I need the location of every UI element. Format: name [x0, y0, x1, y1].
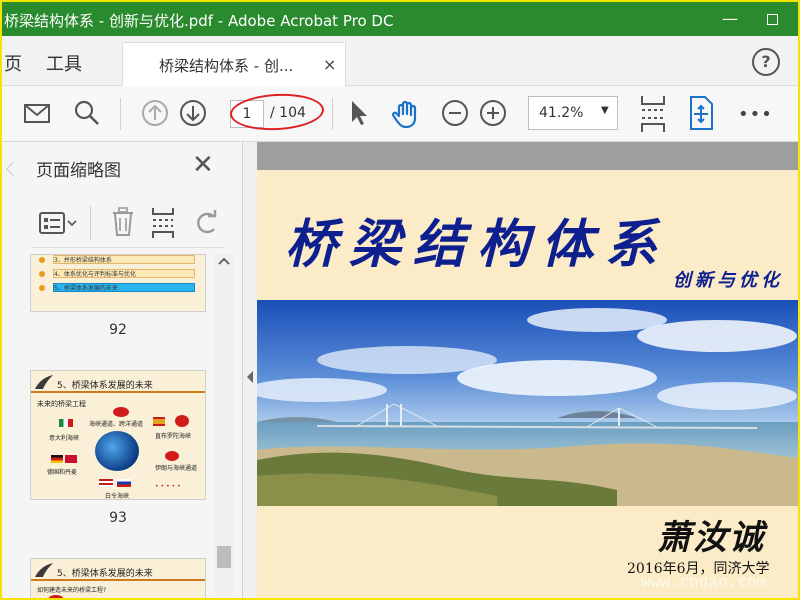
title-bar: 桥梁结构体系 - 创新与优化.pdf - Adobe Acrobat Pro D… [2, 2, 798, 36]
bullet-icon [39, 285, 45, 291]
flag-icon [165, 451, 179, 461]
hand-tool-icon[interactable] [390, 98, 422, 130]
panel-close-button[interactable]: ✕ [192, 150, 214, 180]
document-viewer[interactable]: 桥梁结构体系 创新与优化 萧汝诚 2016年6月，同济大学 www.cndao.… [257, 142, 798, 598]
rotate-view-icon[interactable] [686, 94, 716, 132]
zoom-select[interactable]: 41.2% ▼ [528, 96, 618, 130]
thumbnail-scrollbar[interactable] [215, 254, 233, 598]
flag-icon [49, 595, 63, 598]
thumbnail-label: 直布罗陀海峡 [155, 433, 192, 440]
tab-document-label: 桥梁结构体系 - 创... [159, 57, 294, 75]
thumbnail-rule [31, 391, 205, 393]
redo-rotate-icon[interactable] [192, 208, 222, 238]
chevron-down-icon: ▼ [601, 105, 609, 116]
trash-icon[interactable] [110, 206, 136, 238]
thumbnail-page[interactable]: 5、桥梁体系发展的未来 未来的桥梁工程 海峡通道、跨洋通道 意大利海峡 直布罗陀… [30, 370, 206, 500]
bullet-icon [39, 271, 45, 277]
maximize-icon [766, 14, 778, 25]
options-icon[interactable] [38, 210, 78, 236]
tab-home[interactable]: 页 [4, 50, 22, 76]
pdf-page: 桥梁结构体系 创新与优化 萧汝诚 2016年6月，同济大学 www.cndao.… [257, 170, 798, 598]
zoom-out-icon[interactable] [440, 98, 470, 128]
thumbnail-label: 德国和丹麦 [47, 469, 78, 476]
more-tools-button[interactable]: ••• [738, 104, 773, 125]
app-window: 桥梁结构体系 - 创新与优化.pdf - Adobe Acrobat Pro D… [0, 0, 800, 600]
select-pointer-icon[interactable] [346, 98, 372, 128]
maximize-button[interactable] [749, 6, 795, 32]
minimize-button[interactable]: — [707, 6, 753, 32]
chevron-up-icon[interactable] [217, 256, 231, 266]
tab-document[interactable]: 桥梁结构体系 - 创... × [122, 42, 346, 86]
window-title: 桥梁结构体系 - 创新与优化.pdf - Adobe Acrobat Pro D… [4, 12, 394, 30]
thumbnail-subheading: 如何建造未来的桥梁工程? [37, 587, 107, 594]
thumbnail-heading: 5、桥梁体系发展的未来 [57, 381, 153, 391]
flag-icon [65, 455, 77, 463]
thumbnail-label: 白令海峡 [105, 493, 130, 500]
panel-pointer [5, 161, 21, 177]
arrow-down-icon[interactable] [178, 98, 208, 128]
chevron-left-icon [247, 371, 253, 383]
thumbnail-dots: ••••• [155, 483, 183, 490]
panel-title: 页面缩略图 [36, 161, 121, 181]
slide-title: 桥梁结构体系 [285, 214, 670, 275]
bridge-photo [257, 300, 798, 506]
earth-image [95, 431, 139, 471]
dragon-logo-icon [35, 563, 53, 577]
flag-icon [175, 415, 189, 427]
fit-page-icon[interactable] [638, 94, 668, 134]
slide-subtitle: 创新与优化 [673, 270, 783, 291]
flag-icon [51, 455, 63, 463]
flag-icon [113, 407, 129, 417]
flag-icon [59, 419, 73, 427]
insert-page-icon[interactable] [150, 206, 176, 240]
thumbnail-label: 意大利海峡 [49, 435, 80, 442]
arrow-up-icon[interactable] [140, 98, 170, 128]
thumbnail-text: 3、并形桥梁结构体系 [53, 255, 195, 264]
flag-icon [153, 417, 165, 426]
search-icon[interactable] [72, 98, 102, 128]
thumbnail-text: 5、桥梁体系发展的未来 [53, 283, 195, 292]
email-icon[interactable] [22, 98, 52, 128]
zoom-value: 41.2% [539, 105, 584, 121]
tab-bar: 页 工具 桥梁结构体系 - 创... × ? [2, 36, 798, 86]
thumbnail-page-number: 93 [109, 510, 127, 526]
help-button[interactable]: ? [752, 48, 780, 76]
watermark: www.cndao.com [641, 572, 767, 591]
bullet-icon [39, 257, 45, 263]
flag-icon [99, 479, 113, 487]
thumbnail-rule [31, 579, 205, 581]
page-thumbnails-panel: 页面缩略图 ✕ 3、并形桥梁结构体系 4、体系优化与评判标准与优化 5、桥梁体系… [2, 142, 243, 598]
thumbnail-subheading: 未来的桥梁工程 [37, 400, 86, 408]
scrollbar-thumb[interactable] [217, 546, 231, 568]
thumbnail-text: 4、体系优化与评判标准与优化 [53, 269, 195, 278]
toolbar-divider [332, 98, 333, 130]
thumbnail-page[interactable]: 3、并形桥梁结构体系 4、体系优化与评判标准与优化 5、桥梁体系发展的未来 [30, 254, 206, 312]
tab-tools[interactable]: 工具 [46, 50, 82, 76]
panel-toolbar-divider [90, 206, 91, 240]
toolbar-divider [120, 98, 121, 130]
flag-icon [117, 479, 131, 487]
collapse-panel-button[interactable] [243, 362, 257, 402]
thumbnail-label: 伊朗与海峡通道 [155, 465, 198, 472]
slide-author: 萧汝诚 [657, 518, 765, 558]
toolbar: 1 / 104 41.2% ▼ ••• [2, 86, 798, 142]
zoom-in-icon[interactable] [478, 98, 508, 128]
dragon-logo-icon [35, 375, 53, 389]
thumbnail-page-number: 92 [109, 322, 127, 338]
thumbnail-list[interactable]: 3、并形桥梁结构体系 4、体系优化与评判标准与优化 5、桥梁体系发展的未来 92… [30, 254, 212, 598]
thumbnail-page[interactable]: 5、桥梁体系发展的未来 如何建造未来的桥梁工程? [30, 558, 206, 598]
thumbnail-label: 海峡通道、跨洋通道 [89, 421, 144, 428]
tab-close-button[interactable]: × [323, 55, 336, 74]
thumbnail-heading: 5、桥梁体系发展的未来 [57, 569, 153, 579]
panel-toolbar [32, 200, 225, 248]
